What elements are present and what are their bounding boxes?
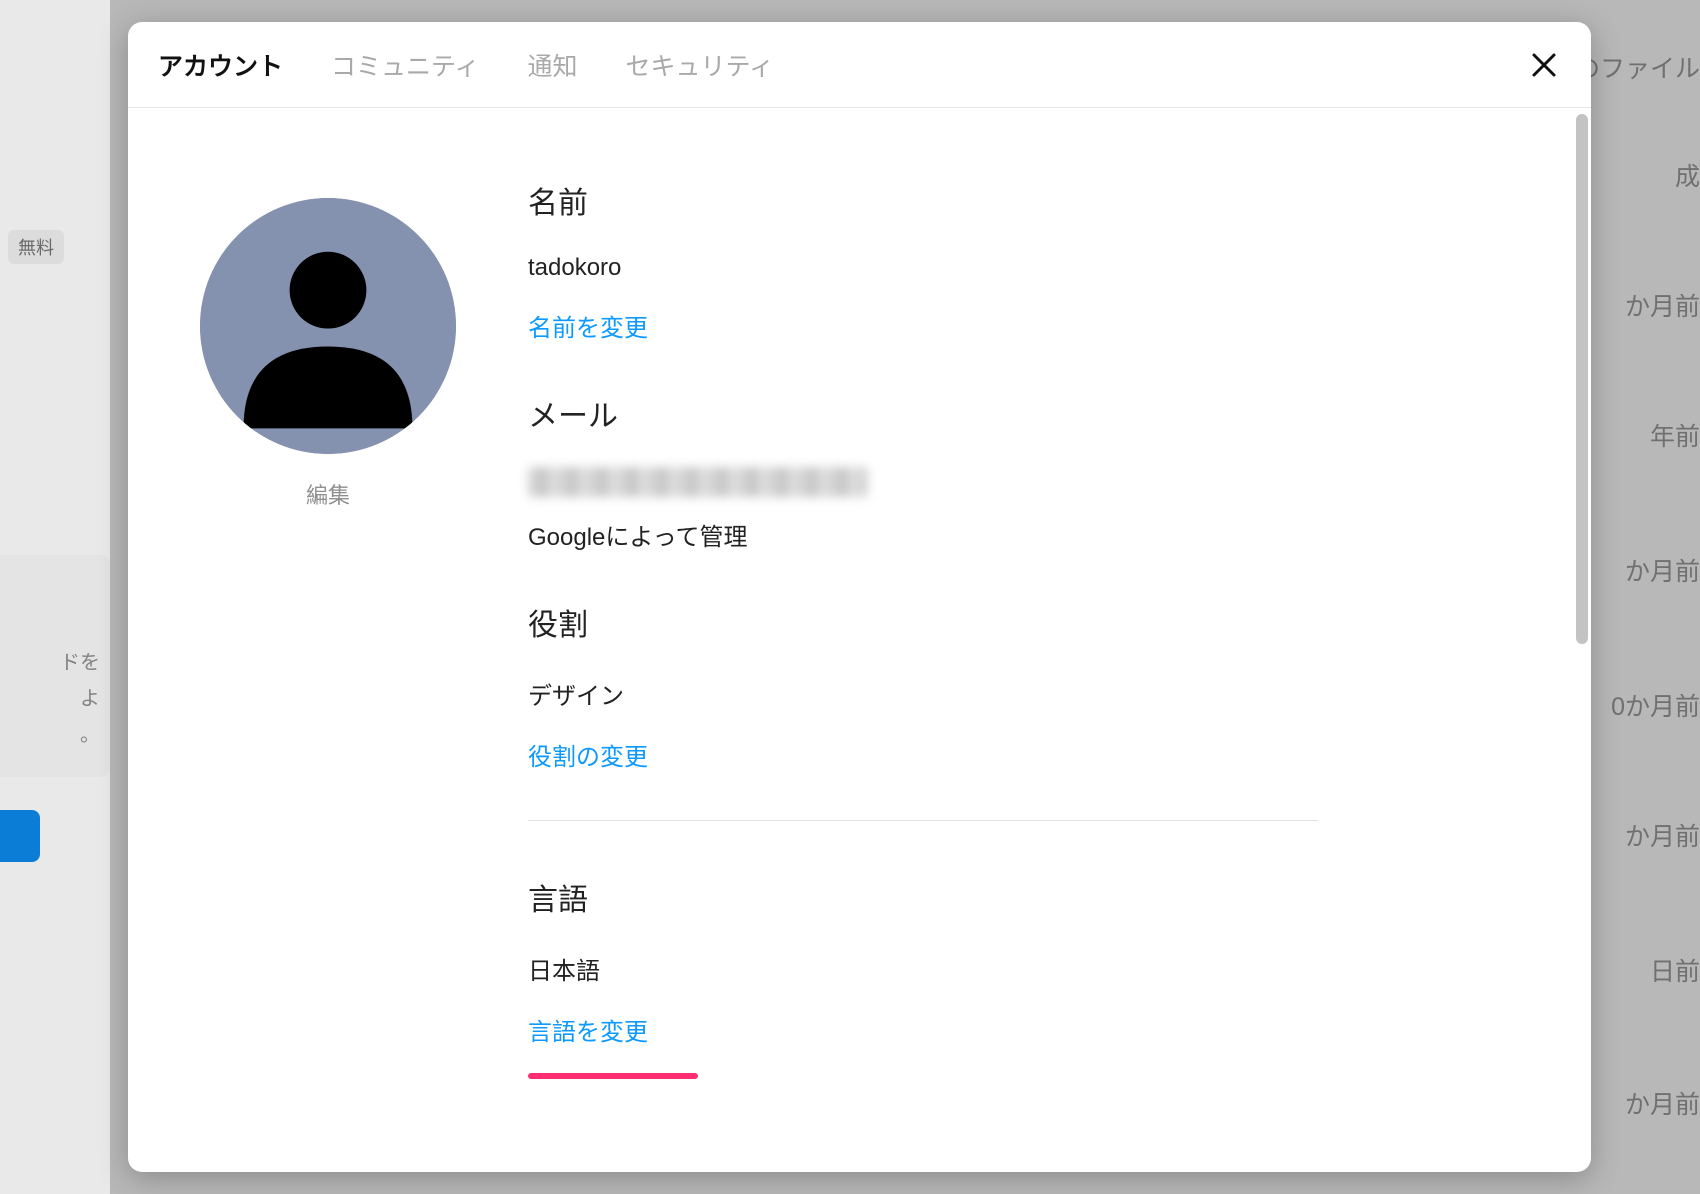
- content-column: 名前 tadokoro 名前を変更 メール Googleによって管理 役割 デザ…: [528, 168, 1521, 1152]
- highlight-underline: [528, 1073, 698, 1079]
- scrollbar[interactable]: [1576, 114, 1588, 644]
- change-role-link[interactable]: 役割の変更: [528, 737, 648, 772]
- close-button[interactable]: [1525, 46, 1563, 84]
- bg-promo-button: [0, 810, 40, 862]
- avatar-placeholder-icon: [200, 198, 456, 454]
- name-value: tadokoro: [528, 254, 1521, 282]
- email-managed-by: Googleによって管理: [528, 517, 1521, 552]
- divider: [528, 820, 1318, 821]
- bg-right-item: 0か月前: [1611, 690, 1700, 725]
- section-role: 役割 デザイン 役割の変更: [528, 600, 1521, 772]
- role-value: デザイン: [528, 676, 1521, 711]
- bg-right-item: か月前: [1625, 555, 1700, 590]
- change-language-link[interactable]: 言語を変更: [528, 1012, 648, 1047]
- modal-header: アカウント コミュニティ 通知 セキュリティ: [128, 22, 1591, 108]
- section-language: 言語 日本語 言語を変更: [528, 875, 1521, 1079]
- bg-right-item: か月前: [1625, 820, 1700, 855]
- language-value: 日本語: [528, 951, 1521, 986]
- section-name: 名前 tadokoro 名前を変更: [528, 178, 1521, 343]
- avatar[interactable]: [200, 198, 456, 454]
- name-heading: 名前: [528, 178, 1521, 222]
- modal-body: 編集 名前 tadokoro 名前を変更 メール Googleによって管理 役割…: [128, 108, 1591, 1172]
- avatar-edit-link[interactable]: 編集: [306, 478, 350, 510]
- email-value-redacted: [528, 467, 868, 497]
- section-email: メール Googleによって管理: [528, 391, 1521, 552]
- bg-sidebar: 無料 ドを よ 。: [0, 0, 110, 1194]
- tab-community[interactable]: コミュニティ: [331, 47, 480, 83]
- avatar-column: 編集: [198, 168, 458, 1152]
- tab-security[interactable]: セキュリティ: [626, 47, 775, 83]
- bg-right-item: か月前: [1625, 290, 1700, 325]
- free-badge: 無料: [8, 230, 64, 264]
- email-heading: メール: [528, 391, 1521, 435]
- role-heading: 役割: [528, 600, 1521, 644]
- tab-account[interactable]: アカウント: [158, 47, 283, 83]
- bg-promo-text: ドを よ 。: [0, 555, 110, 777]
- bg-right-item: 年前: [1650, 420, 1700, 455]
- language-heading: 言語: [528, 875, 1521, 919]
- change-name-link[interactable]: 名前を変更: [528, 308, 648, 343]
- settings-tabs: アカウント コミュニティ 通知 セキュリティ: [158, 47, 774, 83]
- settings-modal: アカウント コミュニティ 通知 セキュリティ 編集: [128, 22, 1591, 1172]
- bg-right-item: か月前: [1625, 1088, 1700, 1123]
- tab-notifications[interactable]: 通知: [528, 47, 578, 83]
- close-icon: [1529, 50, 1559, 80]
- bg-right-item: 日前: [1650, 955, 1700, 990]
- bg-right-item: 成: [1675, 160, 1700, 195]
